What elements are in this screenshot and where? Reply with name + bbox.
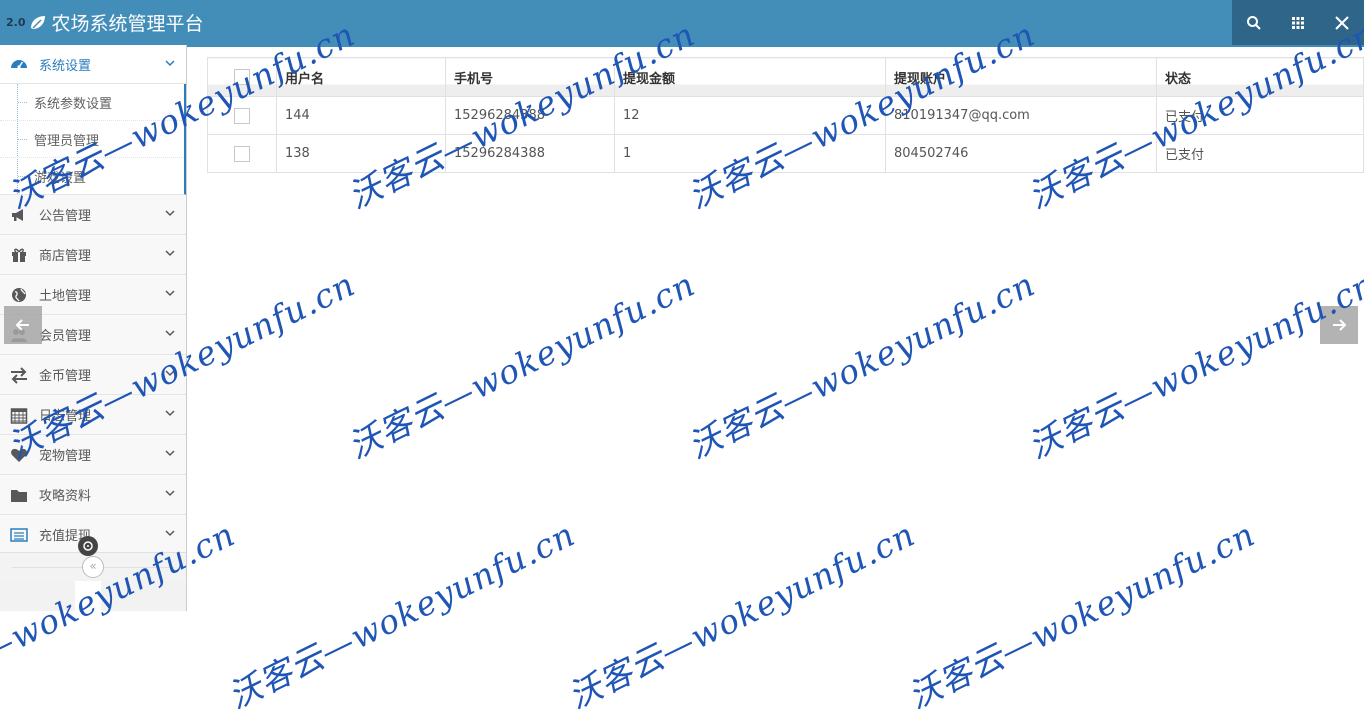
version-badge: 2.0 <box>6 16 26 29</box>
sidebar-item-label: 公告管理 <box>39 209 92 224</box>
arrow-right-icon <box>1333 319 1347 331</box>
chevron-down-icon <box>165 490 175 497</box>
arrow-left-icon <box>15 319 29 331</box>
submenu-item-game-settings[interactable]: 游戏设置 <box>0 157 184 194</box>
chevron-down-icon <box>165 60 175 67</box>
chevron-down-icon <box>165 290 175 297</box>
megaphone-icon <box>12 208 23 221</box>
chevron-down-icon <box>165 370 175 377</box>
cell-amount: 12 <box>614 96 886 135</box>
sidebar-item-label: 商店管理 <box>39 249 92 264</box>
sidebar-item-guides[interactable]: 攻略资料 <box>0 475 186 515</box>
column-header-username[interactable]: 用户名 <box>276 57 446 97</box>
sidebar-footer <box>75 581 101 611</box>
heart-icon <box>11 448 27 462</box>
select-all-cell[interactable] <box>207 57 277 97</box>
cell-status: 已支付 <box>1156 96 1364 135</box>
select-all-checkbox[interactable] <box>234 69 250 85</box>
prev-arrow-button[interactable] <box>4 306 42 344</box>
column-header-account[interactable]: 提现账户 <box>885 57 1157 97</box>
table-row[interactable]: 138 15296284388 1 804502746 已支付 <box>207 134 1364 173</box>
sidebar-item-label: 土地管理 <box>39 289 92 304</box>
cell-phone: 15296284388 <box>445 134 615 173</box>
sidebar-item-shop[interactable]: 商店管理 <box>0 235 186 275</box>
table-row[interactable]: 144 15296284388 12 810191347@qq.com 已支付 <box>207 96 1364 135</box>
sidebar-item-system-settings[interactable]: 系统设置 <box>0 45 186 84</box>
chevron-down-icon <box>165 250 175 257</box>
row-select-cell[interactable] <box>207 96 277 135</box>
list-icon <box>10 527 28 542</box>
row-select-cell[interactable] <box>207 134 277 173</box>
cell-phone: 15296284388 <box>445 96 615 135</box>
sidebar-collapse-button[interactable]: « <box>82 556 104 578</box>
apps-button[interactable] <box>1276 0 1320 45</box>
sidebar-item-label: 攻略资料 <box>39 489 92 504</box>
table-header-row: 用户名 手机号 提现金额 提现账户 状态 <box>207 57 1364 97</box>
gift-icon <box>12 248 26 262</box>
leaf-logo-icon <box>30 15 45 29</box>
chevron-down-icon <box>165 330 175 337</box>
sidebar-item-label: 系统设置 <box>39 58 92 74</box>
main-content: 用户名 手机号 提现金额 提现账户 状态 144 15296284388 12 … <box>187 45 1364 613</box>
search-icon <box>1247 15 1261 30</box>
exchange-icon <box>11 366 27 384</box>
sidebar-item-label: 会员管理 <box>39 329 92 344</box>
app-title: 农场系统管理平台 <box>51 13 204 35</box>
dashboard-icon <box>11 60 27 69</box>
cell-status: 已支付 <box>1156 134 1364 173</box>
chevron-down-icon <box>165 210 175 217</box>
sidebar-item-pets[interactable]: 宠物管理 <box>0 435 186 475</box>
submenu-item-system-params[interactable]: 系统参数设置 <box>0 84 184 120</box>
chevron-down-icon <box>165 410 175 417</box>
calendar-icon <box>10 407 28 424</box>
row-checkbox[interactable] <box>234 145 250 162</box>
cell-account: 804502746 <box>885 134 1157 173</box>
sidebar-item-announcements[interactable]: 公告管理 <box>0 195 186 235</box>
close-icon <box>1335 15 1349 30</box>
submenu-system-settings: 系统参数设置 管理员管理 游戏设置 <box>0 84 186 195</box>
brand[interactable]: 2.0 农场系统管理平台 <box>6 0 204 45</box>
sidebar-item-label: 金币管理 <box>39 369 92 384</box>
sidebar-item-logs[interactable]: 日志管理 <box>0 395 186 435</box>
chevron-down-icon <box>165 450 175 457</box>
folder-icon <box>11 489 27 502</box>
next-arrow-button[interactable] <box>1320 306 1358 344</box>
column-header-amount[interactable]: 提现金额 <box>614 57 886 97</box>
close-button[interactable] <box>1320 0 1364 45</box>
chevron-down-icon <box>165 530 175 537</box>
top-actions <box>1232 0 1364 45</box>
globe-icon <box>12 287 26 302</box>
search-button[interactable] <box>1232 0 1276 45</box>
submenu-item-admin-management[interactable]: 管理员管理 <box>0 120 184 157</box>
sidebar-item-coins[interactable]: 金币管理 <box>0 355 186 395</box>
grid-icon <box>1292 16 1304 29</box>
column-header-status[interactable]: 状态 <box>1156 57 1364 97</box>
sidebar-item-label: 宠物管理 <box>39 449 92 464</box>
top-navbar: 2.0 农场系统管理平台 <box>0 0 1364 45</box>
withdraw-table: 用户名 手机号 提现金额 提现账户 状态 144 15296284388 12 … <box>207 57 1364 173</box>
cell-account: 810191347@qq.com <box>885 96 1157 135</box>
floating-tool-icon[interactable] <box>78 536 98 556</box>
column-header-phone[interactable]: 手机号 <box>445 57 615 97</box>
cell-username: 138 <box>276 134 446 173</box>
cell-username: 144 <box>276 96 446 135</box>
disc-icon <box>83 541 93 551</box>
row-checkbox[interactable] <box>234 107 250 124</box>
cell-amount: 1 <box>614 134 886 173</box>
sidebar-item-label: 日志管理 <box>39 409 92 424</box>
